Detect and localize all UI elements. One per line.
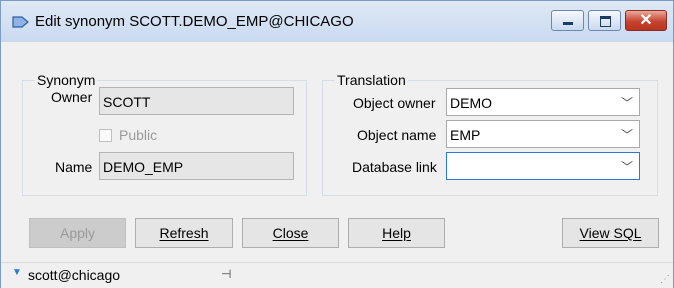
object-name-value: EMP: [450, 127, 481, 143]
object-owner-label: Object owner: [353, 95, 436, 111]
close-window-button[interactable]: ✕: [625, 10, 667, 31]
maximize-icon: [600, 16, 611, 27]
object-owner-select[interactable]: DEMO ﹀: [446, 88, 640, 116]
chevron-down-icon: ﹀: [620, 96, 633, 110]
object-name-label: Object name: [357, 127, 437, 143]
help-button[interactable]: Help: [348, 218, 445, 248]
refresh-button-label: Refresh: [159, 225, 209, 241]
object-owner-value: DEMO: [450, 95, 492, 111]
close-button-label: Close: [272, 225, 309, 241]
apply-button-label: Apply: [59, 225, 96, 241]
connection-label[interactable]: scott@chicago: [28, 267, 120, 283]
pin-icon[interactable]: ⊣: [221, 267, 231, 281]
close-button[interactable]: Close: [242, 218, 339, 248]
translation-legend: Translation: [337, 72, 406, 88]
dropdown-arrow-icon[interactable]: ▼: [12, 267, 22, 278]
resize-grip-icon[interactable]: ⋰: [660, 274, 670, 285]
refresh-button[interactable]: Refresh: [135, 218, 233, 248]
public-label: Public: [119, 127, 158, 143]
minimize-button[interactable]: [551, 10, 584, 31]
view-sql-button[interactable]: View SQL: [562, 218, 659, 248]
owner-field: SCOTT: [99, 87, 294, 115]
database-link-label: Database link: [352, 159, 437, 175]
database-link-select[interactable]: ﹀: [446, 152, 640, 180]
title-bar[interactable]: Edit synonym SCOTT.DEMO_EMP@CHICAGO ✕: [1, 1, 673, 42]
window-title: Edit synonym SCOTT.DEMO_EMP@CHICAGO: [35, 13, 354, 30]
chevron-down-icon: ﹀: [620, 128, 633, 142]
name-label: Name: [55, 159, 93, 175]
status-bar: ▼ scott@chicago ⊣ ⋰: [1, 262, 673, 288]
view-sql-button-label: View SQL: [579, 225, 642, 241]
edit-synonym-window: Edit synonym SCOTT.DEMO_EMP@CHICAGO ✕ Sy…: [0, 0, 674, 288]
object-name-select[interactable]: EMP ﹀: [446, 120, 640, 148]
owner-label: Owner: [51, 89, 93, 105]
apply-button[interactable]: Apply: [29, 218, 126, 248]
help-button-label: Help: [382, 225, 411, 241]
close-icon: ✕: [639, 12, 653, 29]
name-field: DEMO_EMP: [99, 152, 294, 180]
maximize-button[interactable]: [588, 10, 621, 31]
chevron-down-icon: ﹀: [620, 160, 633, 174]
synonym-arrow-icon: [12, 16, 29, 28]
minimize-icon: [563, 22, 573, 25]
public-checkbox: [99, 129, 112, 142]
synonym-legend: Synonym: [37, 72, 96, 88]
dialog-content: Synonym Owner SCOTT Public Name DEMO_EMP…: [1, 43, 673, 288]
